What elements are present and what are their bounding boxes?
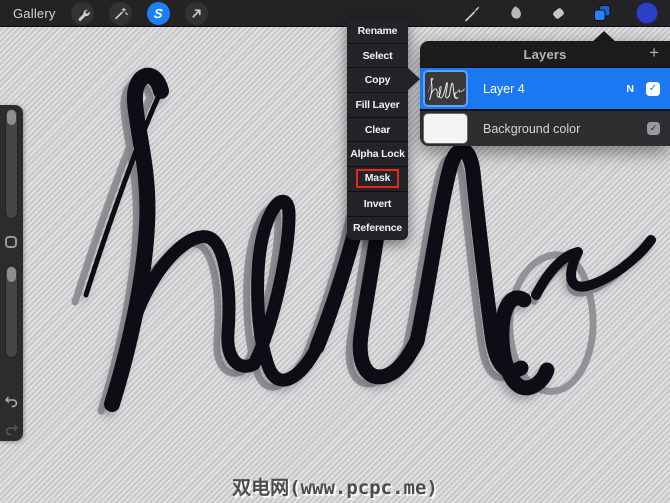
toolbar-right-group — [463, 2, 670, 24]
watermark-text: 双电网(www.pcpc.me) — [232, 477, 438, 499]
checkmark-icon: ✓ — [649, 123, 658, 133]
add-layer-button[interactable]: + — [649, 44, 659, 61]
smudge-icon[interactable] — [506, 4, 525, 23]
context-menu-pointer — [408, 68, 420, 90]
layers-panel-header: Layers + — [420, 41, 670, 67]
brush-sidebar — [0, 105, 23, 441]
layer-row-background[interactable]: Background color ✓ — [420, 111, 670, 146]
brush-opacity-handle[interactable] — [7, 267, 16, 282]
brush-icon[interactable] — [463, 4, 482, 23]
layer-context-menu: Rename Select Copy Fill Layer Clear Alph… — [347, 19, 408, 241]
modify-button[interactable] — [5, 236, 17, 248]
menu-item-copy[interactable]: Copy — [347, 67, 408, 92]
layer-row-layer4[interactable]: Layer 4 N ✓ — [420, 68, 670, 109]
layer4-visibility-checkbox[interactable]: ✓ — [646, 81, 660, 96]
color-swatch-button[interactable] — [636, 2, 658, 24]
brush-size-slider[interactable] — [5, 108, 18, 219]
transform-button[interactable] — [184, 1, 208, 25]
wrench-icon — [78, 9, 90, 21]
brush-opacity-slider[interactable] — [5, 265, 18, 358]
menu-item-alpha-lock[interactable]: Alpha Lock — [347, 141, 408, 166]
layers-button-icon[interactable] — [592, 3, 612, 23]
layer4-thumbnail-hello — [426, 76, 466, 101]
menu-item-mask[interactable]: Mask — [347, 166, 408, 191]
menu-item-clear[interactable]: Clear — [347, 116, 408, 142]
move-arrow-icon — [191, 8, 201, 18]
gallery-button[interactable]: Gallery — [13, 6, 56, 21]
layers-panel: Layers + Layer 4 N ✓ Background color ✓ — [420, 41, 670, 146]
blend-mode-badge[interactable]: N — [626, 83, 634, 95]
selection-button[interactable]: S — [146, 1, 170, 25]
background-thumbnail[interactable] — [423, 113, 468, 144]
brush-size-handle[interactable] — [7, 110, 16, 125]
redo-button[interactable] — [3, 421, 20, 438]
toolbar-left-group: Gallery S — [0, 1, 208, 25]
menu-item-invert[interactable]: Invert — [347, 190, 408, 216]
undo-button[interactable] — [3, 393, 20, 410]
layers-panel-title: Layers — [523, 46, 567, 62]
menu-item-select[interactable]: Select — [347, 42, 408, 68]
selection-s-icon: S — [152, 5, 164, 21]
adjustments-button[interactable] — [108, 1, 132, 25]
layer4-thumbnail[interactable] — [423, 70, 468, 107]
layer-name: Background color — [483, 121, 581, 136]
menu-item-reference[interactable]: Reference — [347, 215, 408, 241]
menu-item-rename[interactable]: Rename — [347, 19, 408, 43]
magic-wand-icon — [114, 7, 128, 19]
checkmark-icon: ✓ — [648, 82, 658, 94]
procreate-window: Gallery S Rename Select Copy Fill Layer … — [0, 0, 670, 503]
actions-button[interactable] — [70, 1, 94, 25]
layer-name: Layer 4 — [483, 81, 525, 96]
background-visibility-checkbox[interactable]: ✓ — [647, 122, 660, 135]
top-toolbar: Gallery S — [0, 0, 670, 27]
mask-highlight-box: Mask — [355, 169, 400, 189]
eraser-icon[interactable] — [549, 4, 568, 23]
menu-item-fill-layer[interactable]: Fill Layer — [347, 92, 408, 117]
